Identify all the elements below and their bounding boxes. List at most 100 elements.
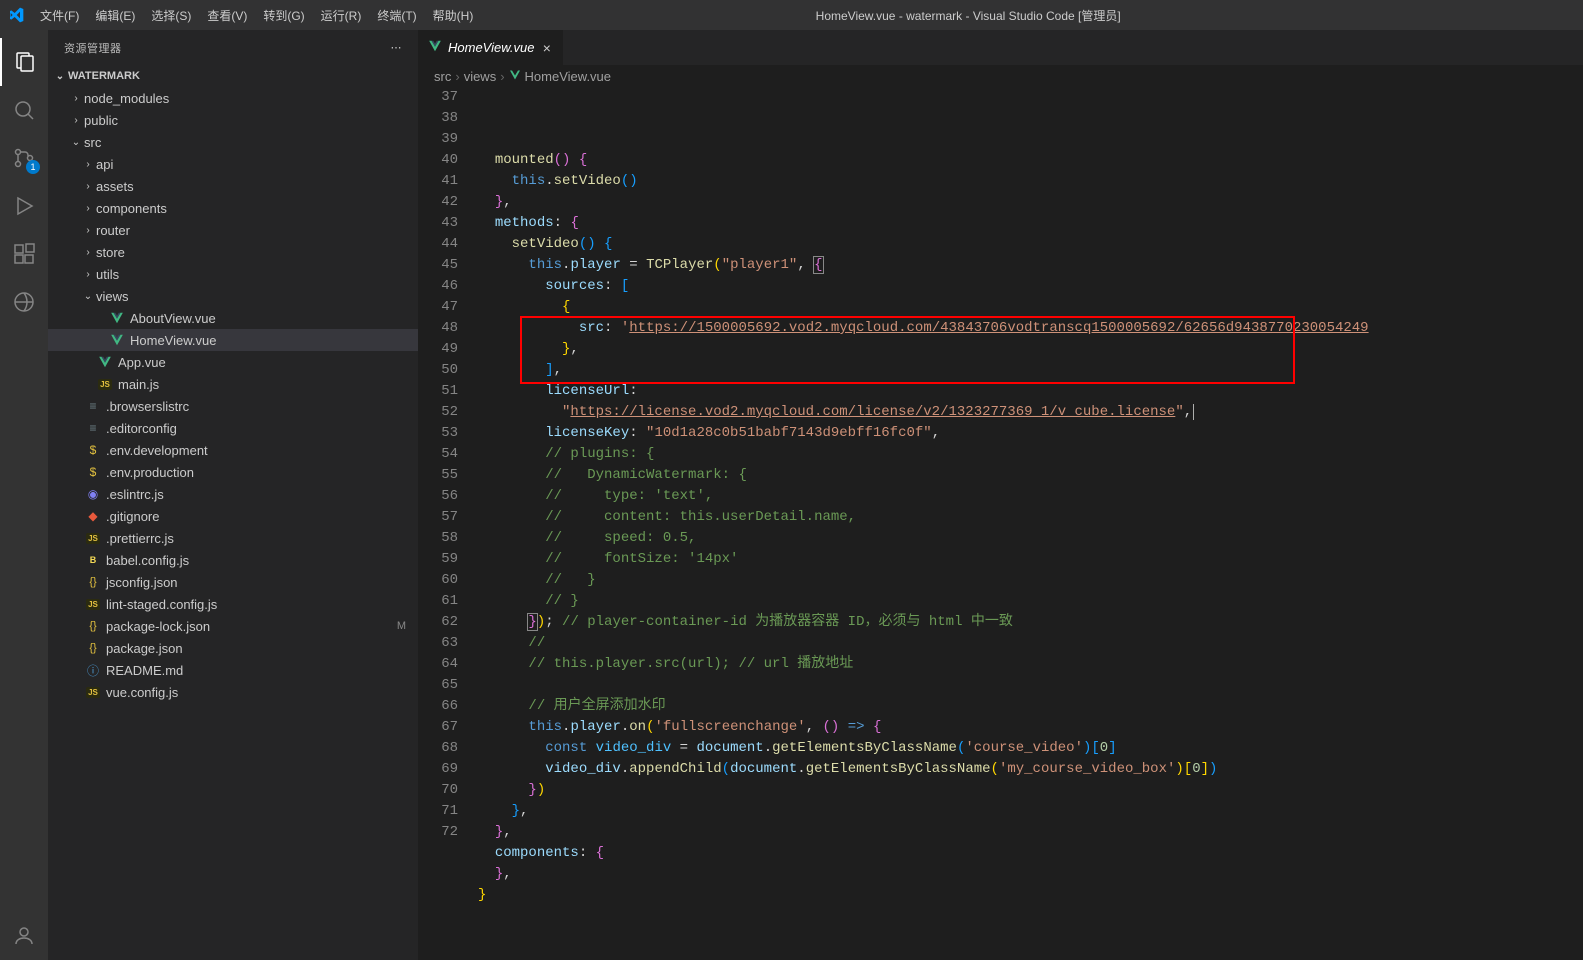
code-line[interactable]: }, [478, 822, 1583, 843]
code-line[interactable]: }, [478, 192, 1583, 213]
activity-account[interactable] [0, 912, 48, 960]
code-line[interactable]: sources: [ [478, 276, 1583, 297]
folder-item[interactable]: ›components [48, 197, 418, 219]
code-line[interactable]: // } [478, 570, 1583, 591]
folder-item[interactable]: ⌄views [48, 285, 418, 307]
workspace-section-header[interactable]: ⌄ WATERMARK [48, 65, 418, 87]
vue-file-icon [96, 355, 114, 369]
code-content[interactable]: mounted() { this.setVideo() }, methods: … [478, 87, 1583, 960]
activity-remote[interactable] [0, 278, 48, 326]
code-line[interactable]: }, [478, 801, 1583, 822]
chevron-icon: › [68, 93, 84, 104]
activity-search[interactable] [0, 86, 48, 134]
breadcrumb-part[interactable]: views [464, 69, 497, 84]
code-editor[interactable]: 3738394041424344454647484950515253545556… [418, 87, 1583, 960]
activity-run-debug[interactable] [0, 182, 48, 230]
code-line[interactable] [478, 675, 1583, 696]
code-line[interactable]: mounted() { [478, 150, 1583, 171]
code-line[interactable]: licenseKey: "10d1a28c0b51babf7143d9ebff1… [478, 423, 1583, 444]
code-line[interactable]: }, [478, 339, 1583, 360]
menu-run[interactable]: 运行(R) [313, 7, 370, 24]
activity-extensions[interactable] [0, 230, 48, 278]
file-item[interactable]: {}package.json [48, 637, 418, 659]
folder-item[interactable]: ›assets [48, 175, 418, 197]
babel-file-icon: B [84, 555, 102, 565]
code-line[interactable]: // content: this.userDetail.name, [478, 507, 1583, 528]
file-item[interactable]: HomeView.vue [48, 329, 418, 351]
menu-edit[interactable]: 编辑(E) [87, 7, 143, 24]
menu-help[interactable]: 帮助(H) [425, 7, 482, 24]
folder-item[interactable]: ›api [48, 153, 418, 175]
menu-selection[interactable]: 选择(S) [143, 7, 199, 24]
file-item[interactable]: JSlint-staged.config.js [48, 593, 418, 615]
code-line[interactable]: // type: 'text', [478, 486, 1583, 507]
menu-file[interactable]: 文件(F) [32, 7, 87, 24]
code-line[interactable]: }, [478, 864, 1583, 885]
code-line[interactable]: // this.player.src(url); // url 播放地址 [478, 654, 1583, 675]
code-line[interactable]: src: 'https://1500005692.vod2.myqcloud.c… [478, 318, 1583, 339]
file-item[interactable]: ≡.editorconfig [48, 417, 418, 439]
code-line[interactable]: setVideo() { [478, 234, 1583, 255]
folder-item[interactable]: ›store [48, 241, 418, 263]
breadcrumb-part[interactable]: src [434, 69, 451, 84]
more-icon[interactable]: ⋯ [391, 41, 403, 54]
code-line[interactable]: this.player = TCPlayer("player1", { [478, 255, 1583, 276]
tree-item-label: package-lock.json [106, 619, 397, 634]
tree-item-label: .env.development [106, 443, 410, 458]
js-file-icon: JS [84, 599, 102, 610]
code-line[interactable]: // speed: 0.5, [478, 528, 1583, 549]
folder-item[interactable]: ›node_modules [48, 87, 418, 109]
file-item[interactable]: {}package-lock.jsonM [48, 615, 418, 637]
breadcrumb-part[interactable]: HomeView.vue [525, 69, 611, 84]
file-item[interactable]: $.env.development [48, 439, 418, 461]
close-icon[interactable]: × [540, 40, 552, 56]
code-line[interactable]: // 用户全屏添加水印 [478, 696, 1583, 717]
menu-view[interactable]: 查看(V) [199, 7, 255, 24]
code-line[interactable]: // } [478, 591, 1583, 612]
code-line[interactable]: // fontSize: '14px' [478, 549, 1583, 570]
file-item[interactable]: {}jsconfig.json [48, 571, 418, 593]
folder-item[interactable]: ›utils [48, 263, 418, 285]
code-line[interactable]: { [478, 297, 1583, 318]
file-item[interactable]: $.env.production [48, 461, 418, 483]
code-line[interactable]: this.player.on('fullscreenchange', () =>… [478, 717, 1583, 738]
code-line[interactable]: // DynamicWatermark: { [478, 465, 1583, 486]
code-line[interactable]: this.setVideo() [478, 171, 1583, 192]
file-item[interactable]: ≡.browserslistrc [48, 395, 418, 417]
code-line[interactable]: ], [478, 360, 1583, 381]
code-line[interactable]: // [478, 633, 1583, 654]
code-line[interactable]: licenseUrl: [478, 381, 1583, 402]
js-file-icon: JS [84, 687, 102, 698]
activity-explorer[interactable] [0, 38, 48, 86]
file-item[interactable]: App.vue [48, 351, 418, 373]
menu-go[interactable]: 转到(G) [255, 7, 312, 24]
file-item[interactable]: ◉.eslintrc.js [48, 483, 418, 505]
menu-terminal[interactable]: 终端(T) [369, 7, 424, 24]
code-line[interactable]: "https://license.vod2.myqcloud.com/licen… [478, 402, 1583, 423]
folder-item[interactable]: ›router [48, 219, 418, 241]
file-item[interactable]: JSmain.js [48, 373, 418, 395]
code-line[interactable]: const video_div = document.getElementsBy… [478, 738, 1583, 759]
code-line[interactable]: } [478, 885, 1583, 906]
title-bar: 文件(F) 编辑(E) 选择(S) 查看(V) 转到(G) 运行(R) 终端(T… [0, 0, 1583, 30]
code-line[interactable]: }) [478, 780, 1583, 801]
chevron-icon: › [80, 159, 96, 170]
tab-homeview[interactable]: HomeView.vue × [418, 30, 564, 65]
folder-item[interactable]: ›public [48, 109, 418, 131]
code-line[interactable]: // plugins: { [478, 444, 1583, 465]
code-line[interactable]: video_div.appendChild(document.getElemen… [478, 759, 1583, 780]
breadcrumbs[interactable]: src › views › HomeView.vue [418, 65, 1583, 87]
file-item[interactable]: ◆.gitignore [48, 505, 418, 527]
file-item[interactable]: JSvue.config.js [48, 681, 418, 703]
chevron-icon: › [80, 181, 96, 192]
code-line[interactable]: methods: { [478, 213, 1583, 234]
file-item[interactable]: ⓘREADME.md [48, 659, 418, 681]
folder-item[interactable]: ⌄src [48, 131, 418, 153]
code-line[interactable]: }); // player-container-id 为播放器容器 ID，必须与… [478, 612, 1583, 633]
env-file-icon: $ [84, 465, 102, 479]
activity-source-control[interactable]: 1 [0, 134, 48, 182]
file-item[interactable]: JS.prettierrc.js [48, 527, 418, 549]
file-item[interactable]: AboutView.vue [48, 307, 418, 329]
code-line[interactable]: components: { [478, 843, 1583, 864]
file-item[interactable]: Bbabel.config.js [48, 549, 418, 571]
